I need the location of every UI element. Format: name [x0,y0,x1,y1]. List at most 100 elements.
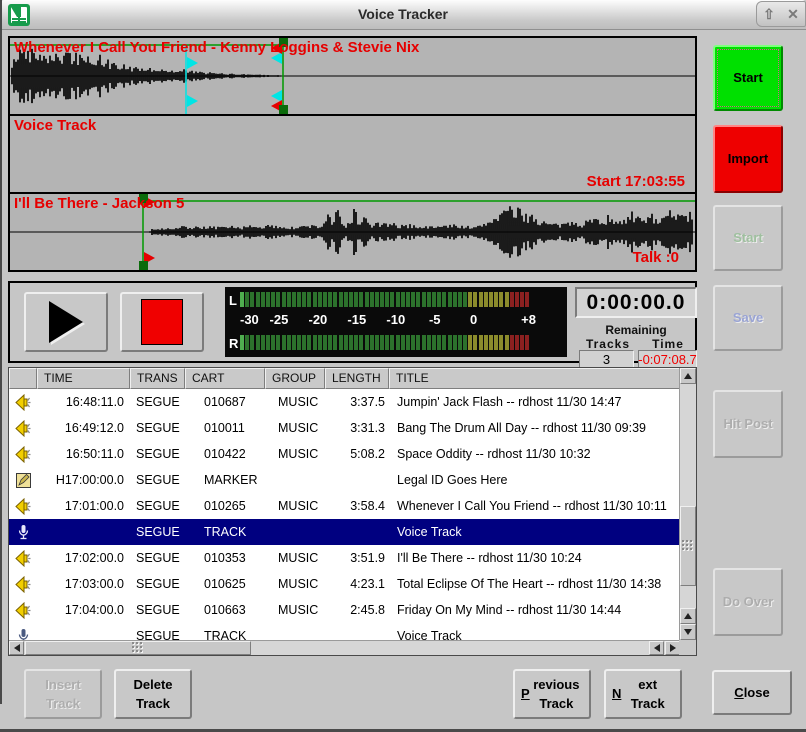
cell-group: MUSIC [265,395,325,409]
save-button[interactable]: Save [713,285,783,351]
cell-trans: SEGUE [130,421,185,435]
remaining-time-label: Time [640,337,696,351]
vertical-scrollbar[interactable] [679,368,696,641]
cell-cart: 010353 [185,551,265,565]
table-row[interactable]: SEGUETRACKVoice Track [9,623,680,641]
microphone-icon [17,524,30,541]
log-event-table: TIMETRANSCARTGROUPLENGTHTITLE 16:48:11.0… [8,367,697,656]
column-header-trans[interactable]: TRANS [130,368,185,389]
cell-trans: SEGUE [130,473,185,487]
column-header-cart[interactable]: CART [185,368,265,389]
column-header-group[interactable]: GROUP [265,368,325,389]
window-border-right [0,0,2,704]
cell-cart: 010687 [185,395,265,409]
table-row[interactable]: 16:50:11.0SEGUE010422MUSIC5:08.2Space Od… [9,441,680,467]
vertical-scroll-thumb[interactable] [680,506,696,586]
start-next-button[interactable]: Start [713,205,783,271]
cell-time: 16:49:12.0 [37,421,130,435]
speaker-icon [14,602,33,619]
cell-title: Friday On My Mind -- rdhost 11/30 14:44 [389,603,680,617]
close-button[interactable]: Close [712,670,792,715]
cell-group: MUSIC [265,447,325,461]
scrollbar-corner [679,640,696,655]
cell-title: Total Eclipse Of The Heart -- rdhost 11/… [389,577,680,591]
scroll-up-button[interactable] [680,368,696,384]
table-rows: 16:48:11.0SEGUE010687MUSIC3:37.5Jumpin' … [9,389,680,641]
voice-tracker-window: Voice Tracker ⇧ ✕ Whenever I Call You [0,0,806,732]
titlebar: Voice Tracker ⇧ ✕ [0,0,806,30]
talk-time-label: Talk :0 [633,249,679,266]
cell-title: I'll Be There -- rdhost 11/30 10:24 [389,551,680,565]
scroll-down-button[interactable] [680,624,696,640]
waveform-panel-next-track[interactable]: I'll Be There - Jackson 5 Talk :0 [8,192,697,272]
waveform-stack: Whenever I Call You Friend - Kenny Loggi… [8,36,697,272]
import-button[interactable]: Import [713,125,783,193]
cell-length: 5:08.2 [325,447,389,461]
window-controls: ⇧ ✕ [756,1,806,27]
window-title: Voice Tracker [0,6,806,22]
cell-time: 17:01:00.0 [37,499,130,513]
close-icon[interactable]: ✕ [787,7,799,21]
cell-title: Bang The Drum All Day -- rdhost 11/30 09… [389,421,680,435]
table-row[interactable]: 16:48:11.0SEGUE010687MUSIC3:37.5Jumpin' … [9,389,680,415]
horizontal-scroll-thumb[interactable] [25,641,251,655]
stop-button[interactable] [120,292,204,352]
table-row[interactable]: 17:04:00.0SEGUE010663MUSIC2:45.8Friday O… [9,597,680,623]
previous-track-button[interactable]: Previous Track [513,669,591,719]
play-button[interactable] [24,292,108,352]
waveform-panel-previous-track[interactable]: Whenever I Call You Friend - Kenny Loggi… [8,36,697,116]
cell-group: MUSIC [265,577,325,591]
marker-icon [15,472,32,489]
table-row[interactable]: 17:01:00.0SEGUE010265MUSIC3:58.4Whenever… [9,493,680,519]
column-header-title[interactable]: TITLE [389,368,680,389]
cell-cart: MARKER [185,473,265,487]
cell-time: 17:03:00.0 [37,577,130,591]
meter-right-bar [240,335,529,350]
scroll-up-button-2[interactable] [680,608,696,624]
scroll-right-button[interactable] [665,641,680,655]
do-over-button[interactable]: Do Over [713,568,783,636]
voice-track-start-time: Start 17:03:55 [587,173,685,190]
cell-time: H17:00:00.0 [37,473,130,487]
cell-trans: SEGUE [130,577,185,591]
cell-cart: 010422 [185,447,265,461]
table-row[interactable]: SEGUETRACKVoice Track [9,519,680,545]
cell-cart: TRACK [185,525,265,539]
meter-scale: -30-25-20-15-10-50+8 [240,312,536,330]
table-row[interactable]: H17:00:00.0SEGUEMARKERLegal ID Goes Here [9,467,680,493]
cell-title: Space Oddity -- rdhost 11/30 10:32 [389,447,680,461]
column-header-icon[interactable] [9,368,37,389]
speaker-icon [14,576,33,593]
voice-track-title: Voice Track [14,117,96,134]
scroll-left-button[interactable] [9,641,24,655]
remaining-label: Remaining [575,323,697,337]
start-recording-button[interactable]: Start [713,45,783,111]
speaker-icon [14,420,33,437]
insert-track-button[interactable]: Insert Track [24,669,102,719]
table-row[interactable]: 16:49:12.0SEGUE010011MUSIC3:31.3Bang The… [9,415,680,441]
speaker-icon [14,550,33,567]
cell-group: MUSIC [265,421,325,435]
cell-title: Whenever I Call You Friend -- rdhost 11/… [389,499,680,513]
table-row[interactable]: 17:03:00.0SEGUE010625MUSIC4:23.1Total Ec… [9,571,680,597]
column-header-length[interactable]: LENGTH [325,368,389,389]
cell-trans: SEGUE [130,603,185,617]
table-row[interactable]: 17:02:00.0SEGUE010353MUSIC3:51.9I'll Be … [9,545,680,571]
cell-title: Voice Track [389,525,680,539]
cell-time: 17:04:00.0 [37,603,130,617]
scroll-left-button-2[interactable] [649,641,664,655]
delete-track-button[interactable]: Delete Track [114,669,192,719]
next-track-button[interactable]: Next Track [604,669,682,719]
column-header-time[interactable]: TIME [37,368,130,389]
microphone-icon [17,628,30,642]
horizontal-scrollbar[interactable] [9,640,681,655]
hit-post-button[interactable]: Hit Post [713,390,783,458]
cell-cart: 010625 [185,577,265,591]
waveform-panel-voice-track[interactable]: Voice Track Start 17:03:55 [8,114,697,194]
speaker-icon [14,498,33,515]
elapsed-time-display: 0:00:00.0 [575,287,697,318]
audio-level-meter: L -30-25-20-15-10-50+8 R [225,287,567,357]
cell-length: 3:31.3 [325,421,389,435]
cell-length: 2:45.8 [325,603,389,617]
shade-icon[interactable]: ⇧ [763,7,775,21]
